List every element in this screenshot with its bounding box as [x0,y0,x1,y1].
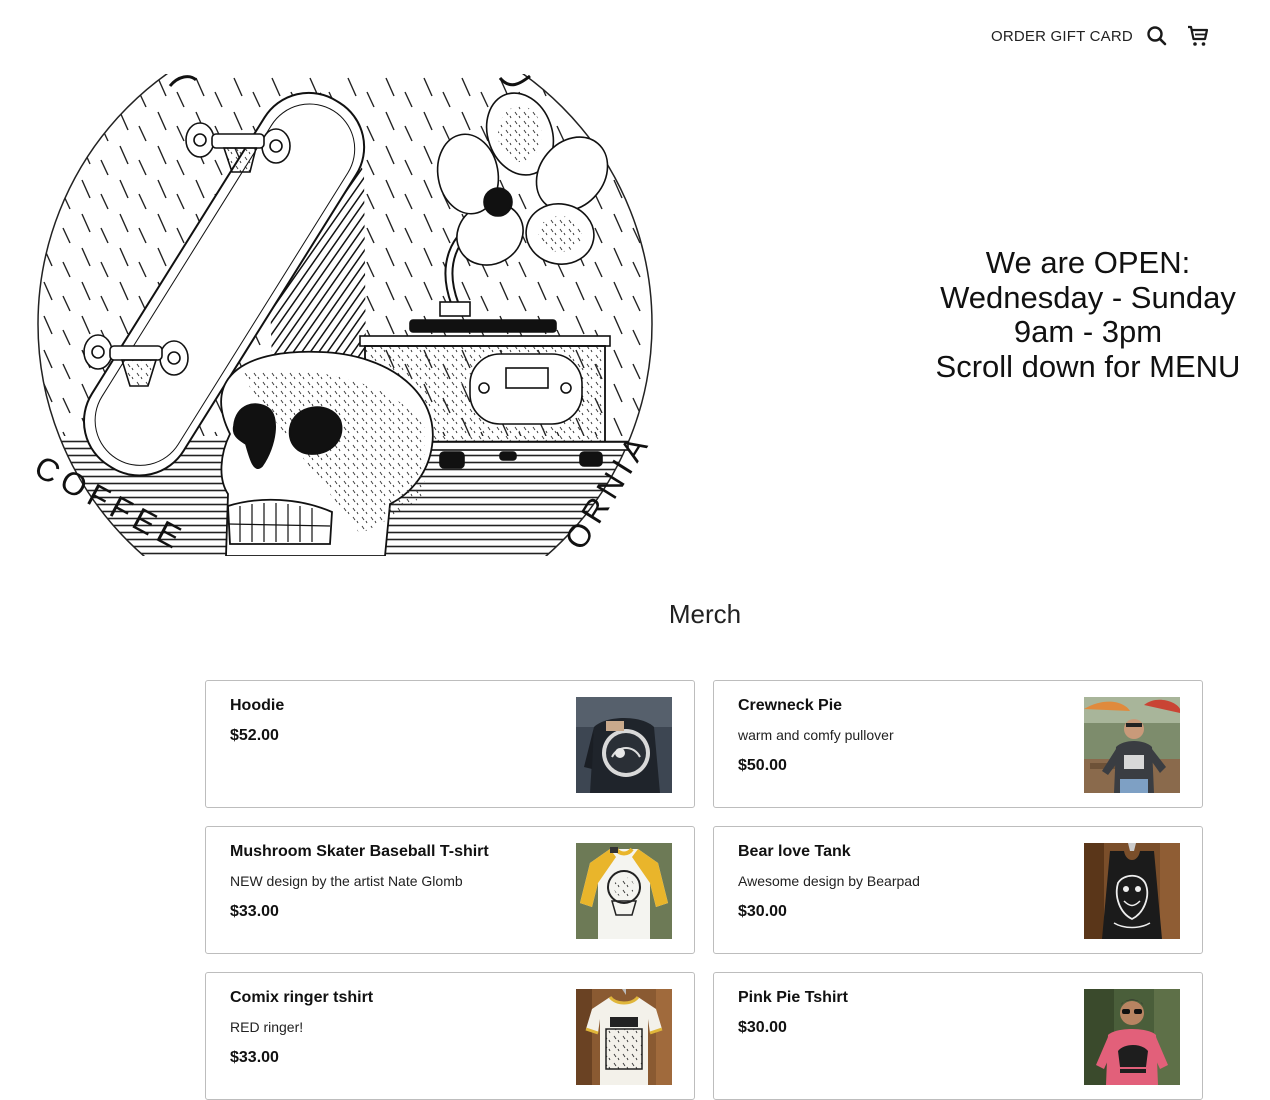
merch-card-pink-pie-tshirt[interactable]: Pink Pie Tshirt $30.00 [713,972,1203,1100]
product-description: warm and comfy pullover [738,727,894,743]
hero-logo-illustration: COFFEE ORNIA [0,74,680,556]
product-photo-mushroom-skater-tshirt[interactable] [576,843,672,939]
product-photo-hoodie[interactable] [576,697,672,793]
product-name: Mushroom Skater Baseball T-shirt [230,843,489,860]
product-price: $33.00 [230,903,279,920]
product-photo-bear-love-tank[interactable] [1084,843,1180,939]
product-name: Comix ringer tshirt [230,989,374,1006]
product-name: Pink Pie Tshirt [738,989,848,1006]
product-name: Bear love Tank [738,843,851,860]
product-name: Crewneck Pie [738,697,843,714]
cart-icon[interactable] [1186,24,1210,48]
product-photo-pink-pie-tshirt[interactable] [1084,989,1180,1085]
merch-card-mushroom-skater-tshirt[interactable]: Mushroom Skater Baseball T-shirt NEW des… [205,826,695,954]
hours-line-time: 9am - 3pm [1013,314,1163,349]
order-gift-card-link[interactable]: ORDER GIFT CARD [991,28,1133,45]
merch-section-title: Merch [668,599,742,629]
product-photo-comix-ringer-tshirt[interactable] [576,989,672,1085]
product-name: Hoodie [230,697,285,714]
opening-hours-text: We are OPEN: Wednesday - Sunday 9am - 3p… [920,245,1256,384]
hours-line-open: We are OPEN: [985,245,1191,280]
merch-card-crewneck-pie[interactable]: Crewneck Pie warm and comfy pullover $50… [713,680,1203,808]
hours-line-days: Wednesday - Sunday [940,279,1236,315]
site-header: ORDER GIFT CARD [0,0,1270,74]
product-price: $30.00 [738,1019,787,1036]
merch-card-bear-love-tank[interactable]: Bear love Tank Awesome design by Bearpad… [713,826,1203,954]
product-photo-crewneck-pie[interactable] [1084,697,1180,793]
product-description: RED ringer! [230,1019,304,1035]
product-price: $33.00 [230,1049,279,1066]
product-price: $52.00 [230,727,279,744]
product-price: $50.00 [738,757,787,774]
merch-card-comix-ringer-tshirt[interactable]: Comix ringer tshirt RED ringer! $33.00 [205,972,695,1100]
product-description: NEW design by the artist Nate Glomb [230,873,463,889]
product-price: $30.00 [738,903,787,920]
product-description: Awesome design by Bearpad [738,873,920,889]
search-icon[interactable] [1146,25,1170,49]
merch-card-hoodie[interactable]: Hoodie $52.00 [205,680,695,808]
hours-line-menu: Scroll down for MENU [935,348,1241,384]
